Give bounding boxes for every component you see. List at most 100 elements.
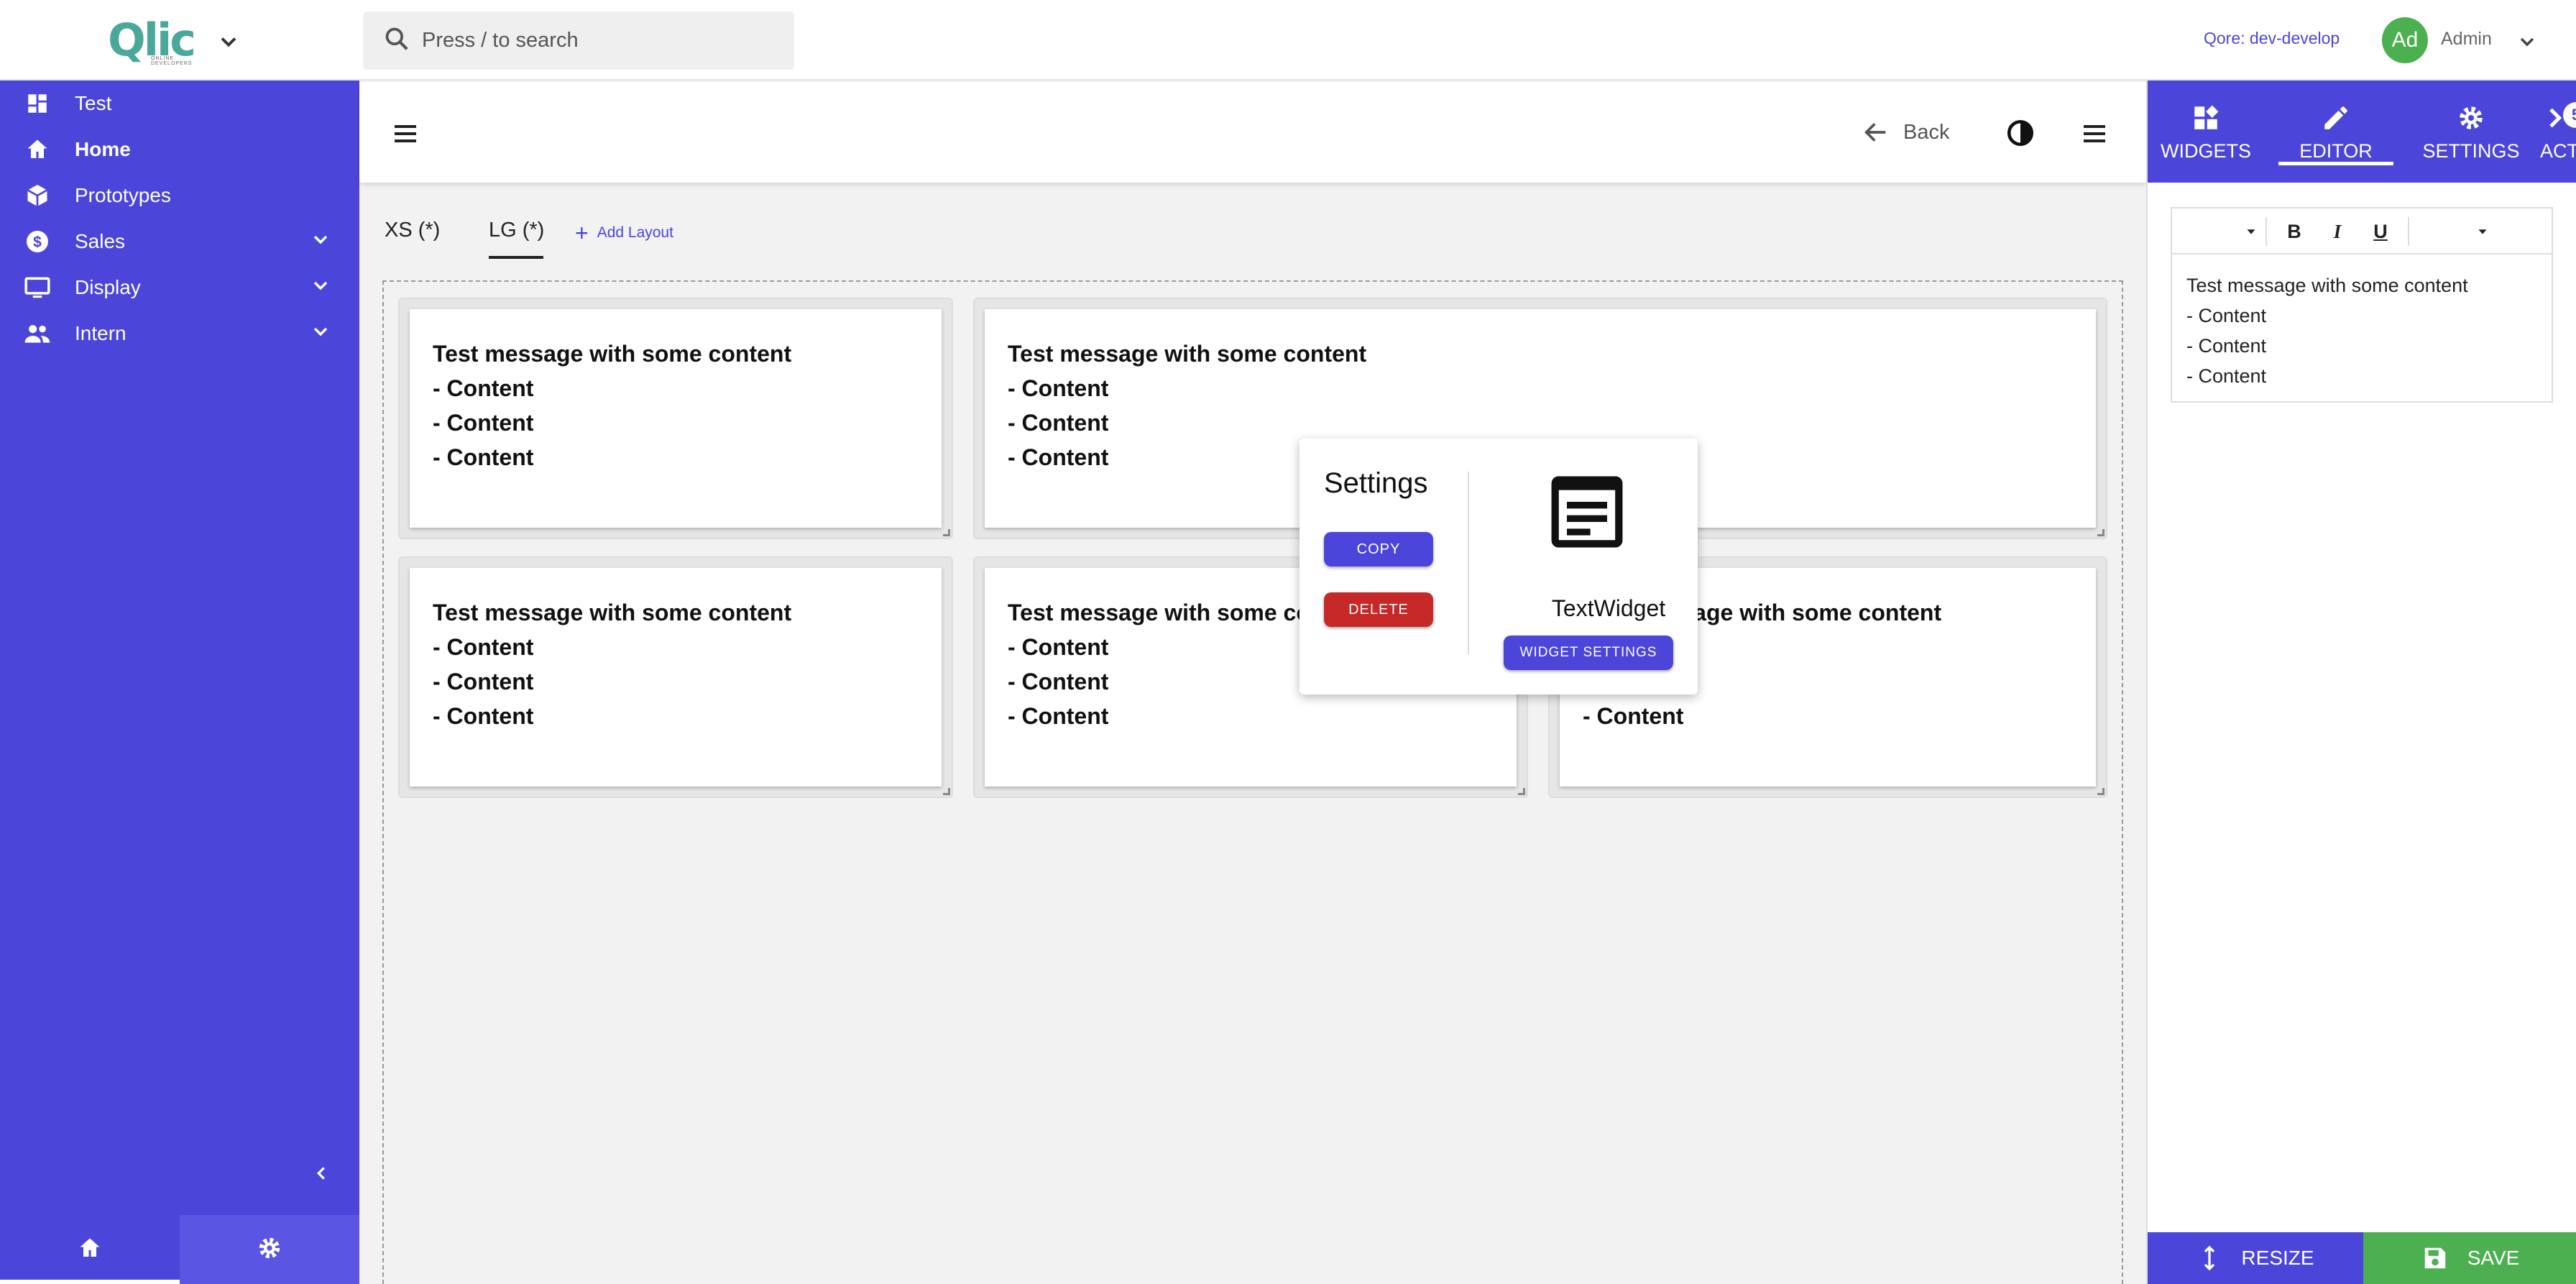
widget-text-line: - Content [1008, 703, 1109, 729]
widget-text-line: - Content [433, 444, 534, 470]
resize-handle[interactable] [943, 788, 950, 795]
resize-button[interactable]: RESIZE [2148, 1232, 2363, 1284]
sidebar-item-intern[interactable]: Intern [0, 311, 359, 357]
delete-button[interactable]: DELETE [1324, 592, 1433, 627]
home-icon [77, 1235, 103, 1265]
chevron-down-icon[interactable] [309, 274, 332, 302]
add-layout-button[interactable]: + Add Layout [575, 221, 673, 244]
sidebar-item-label: Home [75, 138, 131, 160]
sidebar: Test Home Prototypes $ Sales Display Int… [0, 81, 359, 1284]
sidebar-item-label: Sales [75, 230, 126, 252]
save-icon [2424, 1247, 2445, 1269]
editor-toolbar: B I U [2172, 208, 2552, 254]
chevron-down-icon[interactable] [309, 228, 332, 256]
tab-layout-xs[interactable]: XS (*) [385, 219, 440, 242]
save-button[interactable]: SAVE [2363, 1232, 2576, 1284]
sidebar-item-home[interactable]: Home [0, 127, 359, 173]
resize-label: RESIZE [2241, 1247, 2314, 1269]
text-widget[interactable]: Test message with some content - Content… [410, 309, 942, 528]
sidebar-item-test[interactable]: Test [0, 81, 359, 127]
widget-slot[interactable]: Test message with some content - Content… [398, 298, 953, 539]
underline-button[interactable]: U [2368, 219, 2393, 244]
layout-canvas[interactable]: Test message with some content - Content… [382, 280, 2123, 1284]
monitor-icon [23, 273, 52, 302]
chevron-down-icon[interactable] [309, 320, 332, 348]
options-menu-icon[interactable] [2080, 119, 2109, 152]
tab-actions[interactable]: ACT [2540, 81, 2576, 183]
widget-type-name: TextWidget [1551, 595, 1666, 621]
menu-icon[interactable] [391, 119, 420, 152]
sidebar-item-prototypes[interactable]: Prototypes [0, 173, 359, 219]
text-widget[interactable]: Test message with some content - Content… [410, 568, 942, 787]
editor-text-line: - Content [2186, 365, 2267, 387]
widget-slot[interactable]: Test message with some content - Content… [398, 556, 953, 798]
sidebar-item-display[interactable]: Display [0, 265, 359, 311]
tab-label: SETTINGS [2422, 139, 2520, 162]
dashboard-icon [23, 89, 52, 118]
italic-button[interactable]: I [2324, 219, 2350, 244]
widget-text-line: - Content [433, 375, 534, 401]
tab-settings[interactable]: SETTINGS [2414, 81, 2529, 183]
svg-text:$: $ [33, 234, 42, 251]
top-bar: Qlic ONLINE DEVELOPERS Press / to search… [0, 0, 2576, 81]
sidebar-settings-button[interactable] [180, 1215, 359, 1284]
text-widget-icon [1547, 472, 1627, 556]
editor-content[interactable]: Test message with some content - Content… [2186, 270, 2468, 391]
editor-text-line: Test message with some content [2186, 275, 2468, 296]
qore-instance-label[interactable]: Qore: dev-develop [2204, 29, 2340, 48]
pencil-icon [2321, 101, 2351, 134]
plus-icon: + [575, 220, 589, 246]
resize-handle[interactable] [2097, 788, 2104, 795]
home-icon [23, 135, 52, 164]
gear-icon [2456, 101, 2486, 134]
sidebar-item-sales[interactable]: $ Sales [0, 219, 359, 265]
arrow-left-icon [1864, 123, 1886, 142]
copy-button[interactable]: COPY [1324, 532, 1433, 567]
tab-layout-lg[interactable]: LG (*) [489, 219, 544, 259]
widget-settings-popup: Settings COPY DELETE TextWidget WIDGET S… [1300, 439, 1698, 694]
right-panel: WIDGETS EDITOR SETTINGS ACT 5 [2146, 81, 2576, 1284]
tab-editor[interactable]: EDITOR [2278, 81, 2393, 183]
user-name[interactable]: Admin [2441, 29, 2492, 50]
main-header: Back [359, 82, 2146, 183]
search-placeholder: Press / to search [422, 29, 579, 52]
cube-icon [23, 181, 52, 210]
right-panel-footer: RESIZE SAVE [2148, 1232, 2576, 1284]
people-icon [23, 319, 52, 348]
gear-icon [256, 1234, 283, 1265]
sidebar-item-label: Display [75, 276, 141, 298]
toolbar-divider [2408, 217, 2409, 246]
tab-widgets[interactable]: WIDGETS [2158, 81, 2254, 183]
sidebar-item-label: Test [75, 92, 112, 114]
toolbar-divider [2266, 217, 2267, 246]
sidebar-home-button[interactable] [0, 1215, 180, 1284]
resize-handle[interactable] [943, 529, 950, 536]
widget-text-line: - Content [1583, 703, 1684, 729]
resize-handle[interactable] [2097, 529, 2104, 536]
logo[interactable]: Qlic ONLINE DEVELOPERS [108, 16, 196, 67]
user-menu-chevron-icon[interactable] [2516, 30, 2539, 57]
widget-text-line: - Content [433, 634, 534, 660]
contrast-icon[interactable] [2005, 118, 2036, 152]
widgets-icon [2191, 101, 2221, 134]
logo-menu-chevron-icon[interactable] [216, 29, 242, 58]
rich-text-editor[interactable]: B I U Test message with some content - C… [2171, 207, 2553, 403]
resize-handle[interactable] [1518, 788, 1525, 795]
search-icon [383, 25, 410, 56]
sidebar-item-label: Intern [75, 322, 126, 344]
search-input[interactable]: Press / to search [363, 12, 794, 70]
widget-text-line: - Content [433, 410, 534, 436]
editor-text-line: - Content [2186, 335, 2267, 357]
widget-settings-button[interactable]: WIDGET SETTINGS [1504, 636, 1673, 670]
right-panel-tabs: WIDGETS EDITOR SETTINGS ACT 5 [2148, 81, 2576, 183]
avatar[interactable]: Ad [2382, 17, 2428, 63]
dropdown-caret-icon[interactable] [2237, 219, 2266, 244]
widget-text-line: - Content [433, 703, 534, 729]
tab-label: WIDGETS [2161, 139, 2251, 162]
sidebar-footer [0, 1215, 359, 1284]
back-button[interactable]: Back [1862, 118, 1949, 147]
dropdown-caret-icon[interactable] [2468, 219, 2497, 244]
collapse-sidebar-chevron-left-icon[interactable] [310, 1163, 332, 1188]
bold-button[interactable]: B [2281, 219, 2307, 244]
widget-text-line: - Content [1008, 375, 1109, 401]
